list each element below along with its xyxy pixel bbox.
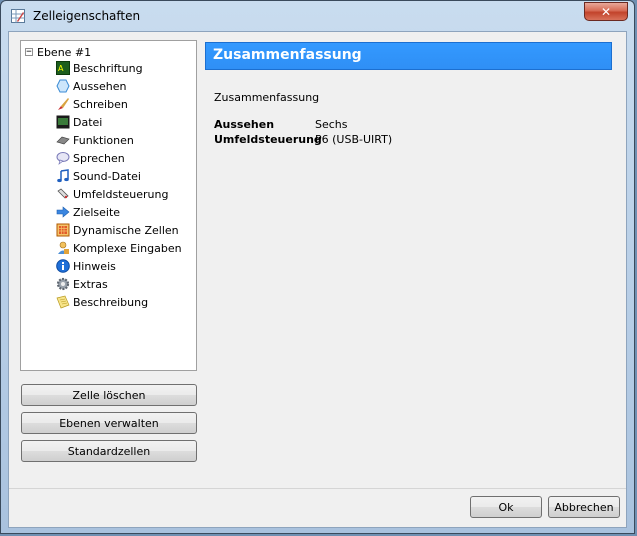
tree-item-schreiben[interactable]: Schreiben xyxy=(56,95,128,113)
tree-item-label: Komplexe Eingaben xyxy=(73,241,182,255)
label-icon: A xyxy=(56,61,70,75)
property-key: Aussehen xyxy=(214,118,275,131)
summary-subtitle: Zusammenfassung xyxy=(214,91,320,104)
title-bar[interactable]: Zelleigenschaften ✕ xyxy=(1,1,634,31)
summary-header-title: Zusammenfassung xyxy=(213,47,362,63)
tree-item-label: Schreiben xyxy=(73,97,128,111)
grid-icon xyxy=(56,223,70,237)
window-title: Zelleigenschaften xyxy=(33,9,141,23)
cancel-button[interactable]: Abbrechen xyxy=(548,496,620,518)
tree-item-label: Datei xyxy=(73,115,103,129)
speech-bubble-icon xyxy=(56,152,70,165)
brush-icon xyxy=(58,98,69,110)
tree-item-label: Dynamische Zellen xyxy=(73,223,179,237)
arrow-right-icon xyxy=(56,206,70,218)
tree-item-label: Aussehen xyxy=(73,79,127,93)
dialog-window: Zelleigenschaften ✕ − Ebene #1 A Beschri… xyxy=(0,0,635,534)
tree-item-komplexe-eingaben[interactable]: Komplexe Eingaben xyxy=(56,239,182,257)
screen-icon xyxy=(56,115,70,129)
tree-item-beschriftung[interactable]: A Beschriftung xyxy=(56,59,143,77)
property-value: P6 (USB-UIRT) xyxy=(315,133,393,146)
collapse-icon[interactable]: − xyxy=(25,48,33,57)
property-key: Umfeldsteuerung xyxy=(214,133,322,146)
category-tree[interactable]: − Ebene #1 A Beschriftung Aussehen Schre… xyxy=(20,40,197,371)
tree-item-label: Funktionen xyxy=(73,133,134,147)
tree-item-label: Sprechen xyxy=(73,151,125,165)
tree-item-label: Sound-Datei xyxy=(73,169,141,183)
tree-item-label: Umfeldsteuerung xyxy=(73,187,169,201)
property-row: Aussehen Sechs xyxy=(214,118,348,131)
cell-properties-icon xyxy=(11,9,25,23)
tree-item-sound-datei[interactable]: Sound-Datei xyxy=(56,167,141,185)
tree-item-zielseite[interactable]: Zielseite xyxy=(56,203,120,221)
tree-item-funktionen[interactable]: Funktionen xyxy=(56,131,134,149)
tree-item-extras[interactable]: Extras xyxy=(56,275,108,293)
tree-item-dynamische-zellen[interactable]: Dynamische Zellen xyxy=(56,221,179,239)
tree-root-layer[interactable]: − Ebene #1 xyxy=(25,44,91,60)
footer-divider xyxy=(9,488,626,489)
tree-item-label: Beschreibung xyxy=(73,295,149,309)
tree-item-label: Zielseite xyxy=(73,205,121,219)
tree-item-hinweis[interactable]: Hinweis xyxy=(56,257,116,275)
close-icon: ✕ xyxy=(600,4,612,19)
keyboard-icon xyxy=(56,136,70,145)
standard-cells-button[interactable]: Standardzellen xyxy=(21,440,197,462)
dialog-client-area: − Ebene #1 A Beschriftung Aussehen Schre… xyxy=(8,31,627,528)
property-row: Umfeldsteuerung P6 (USB-UIRT) xyxy=(214,133,392,146)
svg-text:A: A xyxy=(58,64,64,73)
delete-cell-button[interactable]: Zelle löschen xyxy=(21,384,197,406)
tree-item-label: Extras xyxy=(73,277,108,291)
manage-layers-button[interactable]: Ebenen verwalten xyxy=(21,412,197,434)
tree-item-label: Beschriftung xyxy=(73,61,143,75)
hexagon-icon xyxy=(56,79,70,93)
remote-icon xyxy=(57,188,69,199)
ok-button[interactable]: Ok xyxy=(470,496,542,518)
summary-header: Zusammenfassung xyxy=(205,42,612,70)
note-icon xyxy=(56,295,70,309)
gear-icon xyxy=(56,277,70,291)
tree-item-sprechen[interactable]: Sprechen xyxy=(56,149,125,167)
close-button[interactable]: ✕ xyxy=(584,2,628,21)
tree-item-datei[interactable]: Datei xyxy=(56,113,102,131)
music-note-icon xyxy=(57,169,69,183)
info-icon xyxy=(56,259,70,273)
tree-item-beschreibung[interactable]: Beschreibung xyxy=(56,293,148,311)
property-value: Sechs xyxy=(315,118,348,131)
tree-root-label: Ebene #1 xyxy=(37,45,92,59)
tree-item-aussehen[interactable]: Aussehen xyxy=(56,77,126,95)
tree-item-umfeldsteuerung[interactable]: Umfeldsteuerung xyxy=(56,185,168,203)
tree-item-label: Hinweis xyxy=(73,259,116,273)
user-icon xyxy=(58,241,69,254)
